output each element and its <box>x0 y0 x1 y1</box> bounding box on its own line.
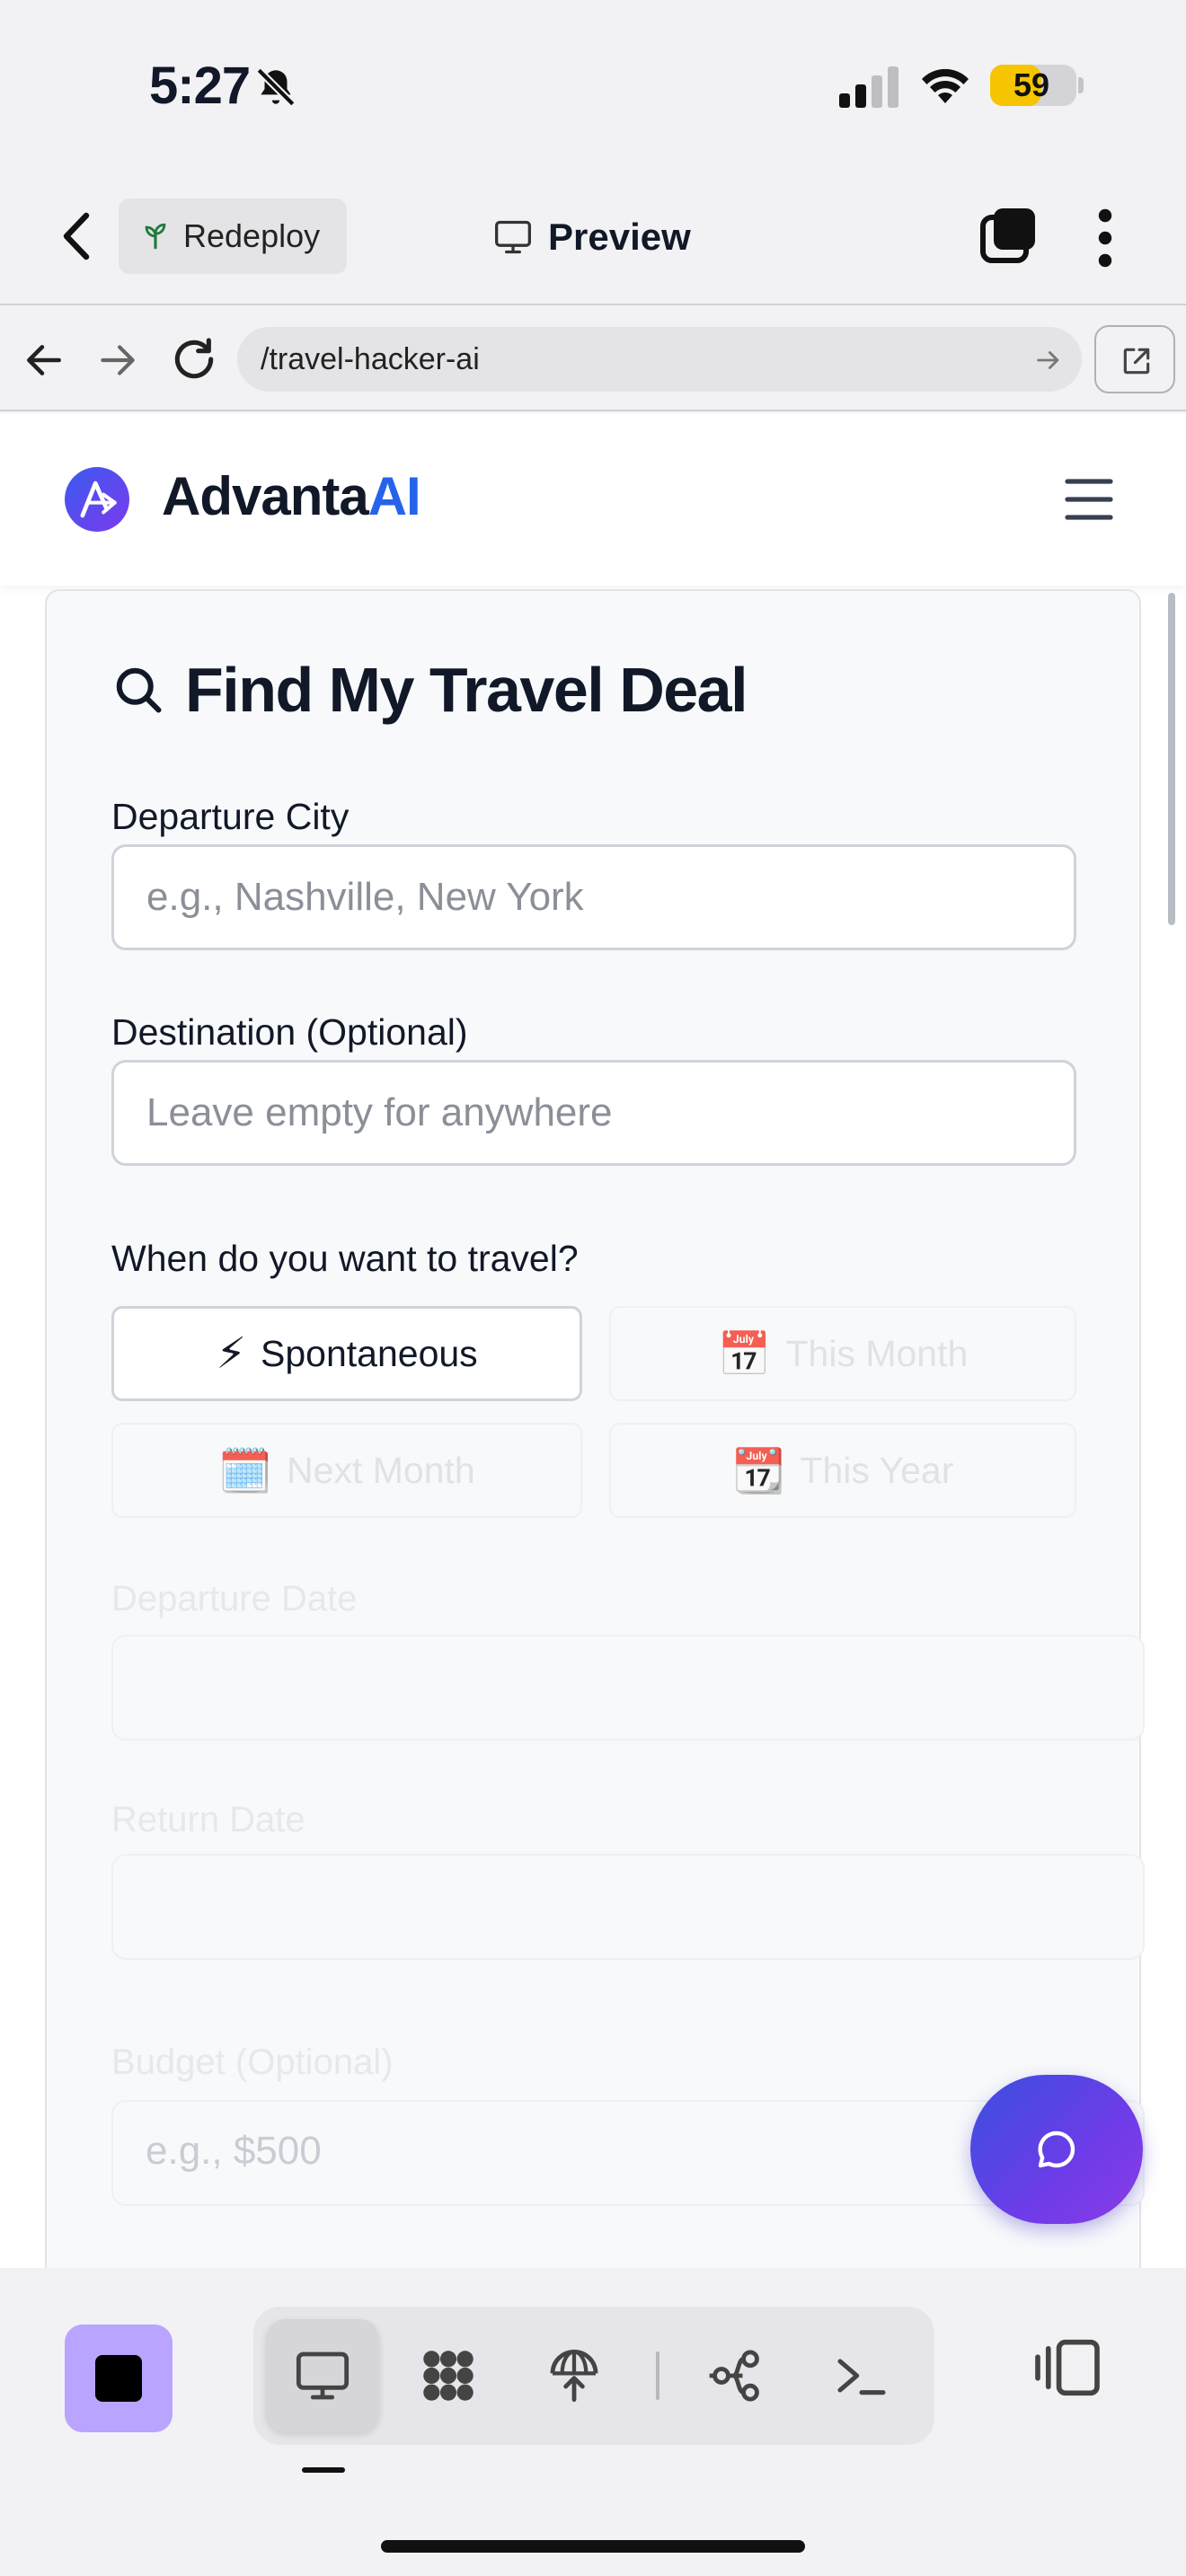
redeploy-button[interactable]: Redeploy <box>119 198 347 274</box>
battery-level: 59 <box>1013 66 1050 103</box>
tear-off-calendar-icon: 📆 <box>731 1447 786 1495</box>
option-this-month[interactable]: 📅 This Month <box>609 1306 1076 1401</box>
terminal-tab-button[interactable] <box>805 2319 918 2432</box>
budget-placeholder: e.g., $500 <box>146 2129 322 2173</box>
workspace-tab-button[interactable] <box>392 2319 505 2432</box>
go-arrow-icon[interactable] <box>1033 345 1064 375</box>
return-date-label: Return Date <box>111 1800 305 1839</box>
arrow-right-icon[interactable] <box>95 338 140 383</box>
calendar-icon: 📅 <box>717 1330 772 1379</box>
preview-title: Preview <box>492 208 691 266</box>
wifi-icon <box>922 68 969 103</box>
brand-name-part2: AI <box>367 466 421 526</box>
web-content: AdvantaAI Find My Travel Deal Departure … <box>0 413 1186 2268</box>
destination-label: Destination (Optional) <box>111 1011 468 1053</box>
browser-bar: /travel-hacker-ai <box>0 307 1186 411</box>
status-bar: 5:27 59 <box>0 0 1186 171</box>
back-chevron-icon[interactable] <box>50 205 104 268</box>
external-link-icon <box>1123 348 1150 375</box>
terminal-icon <box>837 2359 886 2395</box>
open-external-button[interactable] <box>1094 325 1175 393</box>
cellular-signal-icon <box>839 66 898 108</box>
preview-label: Preview <box>548 216 691 258</box>
advanta-logo-icon[interactable] <box>65 467 129 532</box>
deploy-icon <box>550 2350 598 2403</box>
active-tab-indicator <box>302 2467 345 2473</box>
deploy-tab-button[interactable] <box>518 2319 631 2432</box>
grid-dots-icon <box>423 2351 474 2401</box>
travel-time-label: When do you want to travel? <box>111 1238 579 1279</box>
chat-button[interactable] <box>970 2075 1143 2224</box>
destination-input[interactable] <box>111 1060 1076 1166</box>
preview-tab-button[interactable] <box>266 2319 379 2432</box>
stop-button[interactable] <box>65 2325 173 2432</box>
option-label: This Month <box>785 1332 969 1374</box>
option-spontaneous[interactable]: ⚡ Spontaneous <box>111 1306 582 1401</box>
brand-name-part1: Advanta <box>162 466 369 526</box>
departure-date-input[interactable] <box>111 1635 1145 1741</box>
tabs-icon[interactable] <box>979 207 1037 264</box>
arrow-left-icon[interactable] <box>22 338 66 383</box>
departure-city-input[interactable] <box>111 844 1076 950</box>
departure-city-label: Departure City <box>111 796 350 837</box>
battery-tip <box>1078 77 1084 93</box>
panel-icon[interactable] <box>1033 2338 1102 2397</box>
option-label: This Year <box>800 1449 954 1491</box>
chat-bubble-icon <box>1038 2130 1075 2168</box>
form-header: Find My Travel Deal <box>111 654 748 726</box>
site-header: AdvantaAI <box>0 413 1186 586</box>
return-date-input[interactable] <box>111 1854 1145 1960</box>
app-header: Redeploy Preview <box>0 171 1186 305</box>
sprout-icon <box>145 223 166 250</box>
monitor-icon <box>296 2351 350 2400</box>
search-icon <box>116 667 162 713</box>
option-next-month[interactable]: 🗓️ Next Month <box>111 1423 582 1518</box>
budget-label: Budget (Optional) <box>111 2042 394 2082</box>
monitor-icon <box>495 220 531 254</box>
bottom-toolbar <box>0 2268 1186 2576</box>
status-time: 5:27 <box>149 57 251 115</box>
stop-icon <box>95 2355 142 2402</box>
git-tab-button[interactable] <box>679 2319 792 2432</box>
reload-icon[interactable] <box>169 334 219 384</box>
departure-date-label: Departure Date <box>111 1579 358 1619</box>
hamburger-menu-icon[interactable] <box>1064 476 1114 523</box>
spiral-calendar-icon: 🗓️ <box>218 1447 273 1495</box>
redeploy-label: Redeploy <box>183 217 321 254</box>
more-vertical-icon[interactable] <box>1087 207 1123 269</box>
option-label: Spontaneous <box>261 1332 478 1374</box>
scrollbar-thumb[interactable] <box>1168 593 1175 925</box>
git-branch-icon <box>709 2350 759 2402</box>
home-indicator <box>381 2540 805 2553</box>
url-field[interactable]: /travel-hacker-ai <box>237 327 1082 392</box>
bell-off-icon <box>256 67 296 107</box>
url-text: /travel-hacker-ai <box>261 342 480 376</box>
option-label: Next Month <box>287 1449 475 1491</box>
battery-indicator: 59 <box>990 65 1076 106</box>
option-this-year[interactable]: 📆 This Year <box>609 1423 1076 1518</box>
tool-group <box>253 2307 934 2445</box>
toolbar-divider <box>656 2351 659 2400</box>
lightning-icon: ⚡ <box>216 1330 247 1378</box>
travel-deal-form: Find My Travel Deal Departure City Desti… <box>45 589 1145 2268</box>
brand-name[interactable]: AdvantaAI <box>162 465 421 527</box>
form-title: Find My Travel Deal <box>185 655 748 725</box>
